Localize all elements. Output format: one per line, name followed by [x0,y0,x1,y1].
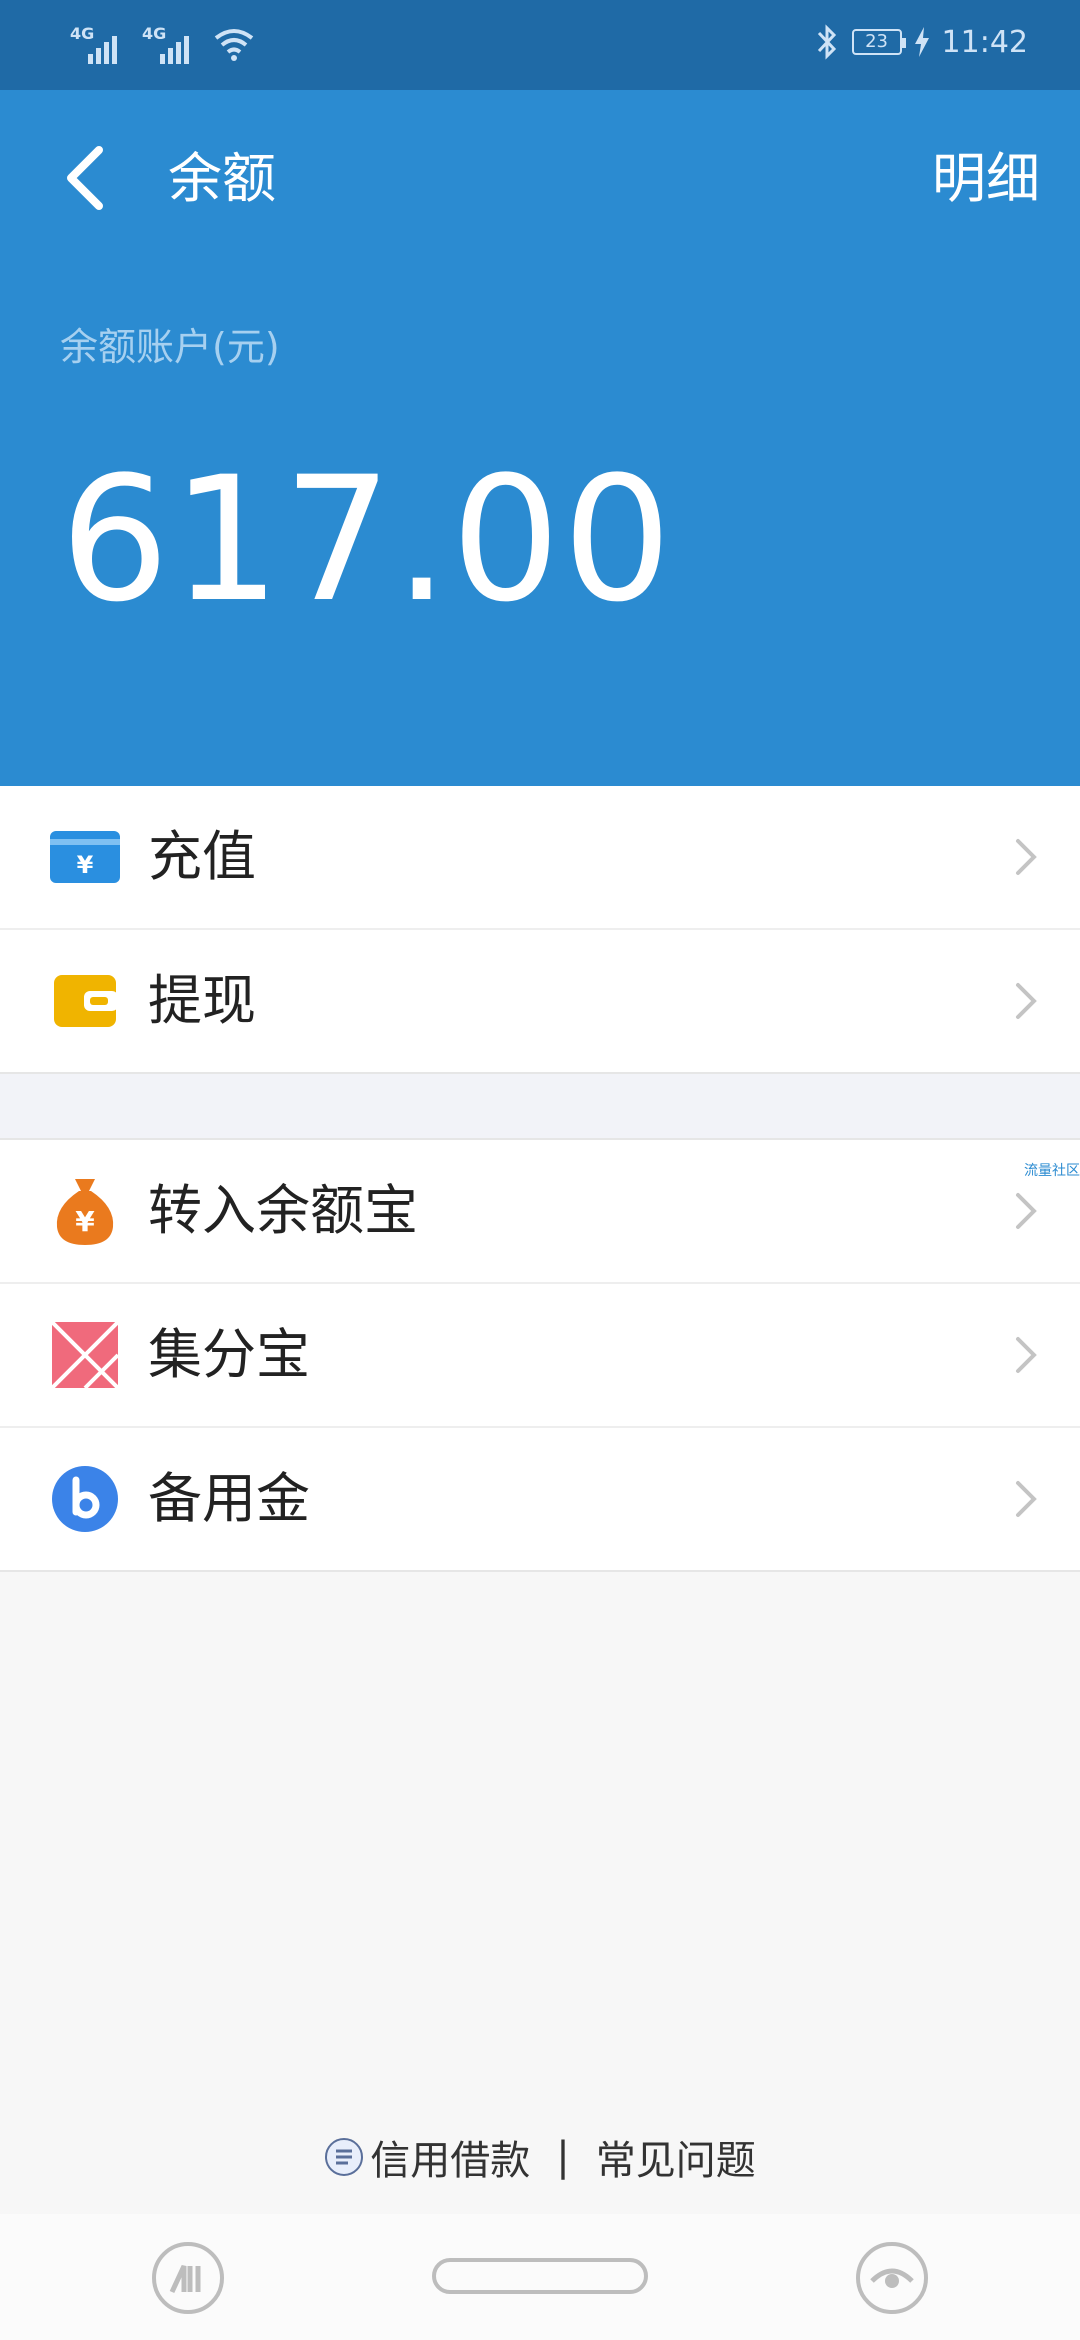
menu-group-2: ¥ 转入余额宝 集分宝 备用金 [0,1140,1080,1572]
chevron-right-icon [1016,839,1037,875]
status-right: 23 11:42 [814,22,1028,62]
menu-item-label: 提现 [148,969,256,1032]
credit-loan-icon [325,2138,364,2176]
yuan-card-icon: ¥ [50,822,120,892]
jifenbao-icon [50,1320,120,1390]
back-button[interactable] [50,140,120,216]
system-nav-bar [0,2214,1080,2340]
balance-header: 余额 明细 余额账户(元) 617.00 [0,90,1080,786]
chevron-right-icon [1016,1481,1037,1517]
eye-icon [870,2268,914,2288]
chevron-right-icon [1016,1193,1037,1229]
app-logo-icon [169,2264,201,2294]
battery-indicator: 23 [851,29,906,55]
chevron-right-icon [1016,983,1037,1019]
faq-link[interactable]: 常见问题 [596,2128,756,2186]
status-left: 4G 4G [70,24,254,64]
status-bar: 4G 4G 23 11:42 [0,0,1080,90]
menu-item-transfer-yuebao[interactable]: ¥ 转入余额宝 [0,1140,1080,1284]
charging-icon [914,27,929,57]
nav-left-button[interactable] [152,2242,224,2314]
watermark-text: 流量社区 [1024,1163,1080,1179]
wifi-icon [214,29,254,61]
back-arrow-icon [67,146,103,210]
sim1-signal-icon: 4G [70,24,128,64]
footer-links: 信用借款 | 常见问题 [0,2128,1080,2186]
footer-separator: | [556,2134,570,2180]
menu-item-label: 转入余额宝 [148,1179,418,1242]
detail-button[interactable]: 明细 [932,144,1040,214]
svg-text:¥: ¥ [77,851,94,879]
section-divider [0,1074,1080,1140]
menu-item-recharge[interactable]: ¥ 充值 [0,786,1080,930]
menu-group-1: ¥ 充值 提现 [0,786,1080,1074]
wallet-icon [50,966,120,1036]
credit-loan-link[interactable]: 信用借款 [370,2128,530,2186]
menu-item-label: 充值 [148,825,256,888]
home-pill-button[interactable] [432,2258,648,2294]
status-time: 11:42 [941,24,1028,60]
beiyongjin-icon [50,1464,120,1534]
nav-right-button[interactable] [856,2242,928,2314]
menu-item-jifenbao[interactable]: 集分宝 [0,1284,1080,1428]
balance-amount: 617.00 [60,439,674,640]
svg-text:¥: ¥ [75,1205,95,1238]
account-label: 余额账户(元) [60,325,280,369]
menu-item-label: 集分宝 [148,1323,310,1386]
menu-item-beiyongjin[interactable]: 备用金 [0,1428,1080,1572]
bluetooth-icon [817,24,836,60]
menu-item-withdraw[interactable]: 提现 [0,930,1080,1074]
chevron-right-icon [1016,1337,1037,1373]
money-bag-icon: ¥ [50,1176,120,1246]
menu-item-label: 备用金 [148,1467,310,1530]
page-title: 余额 [168,147,276,210]
sim2-signal-icon: 4G [142,24,200,64]
